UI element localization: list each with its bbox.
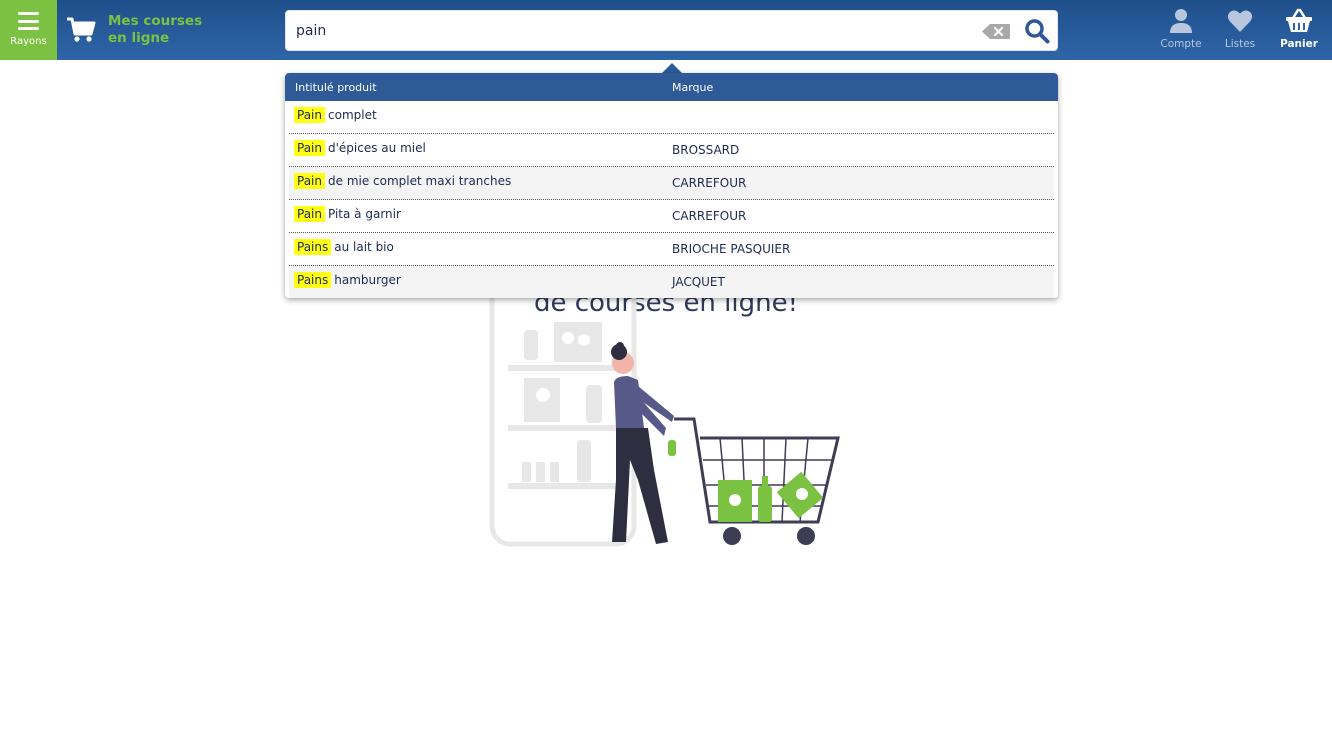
match-highlight: Pain — [294, 173, 325, 189]
suggestion-product: Pain d'épices au miel — [294, 140, 426, 156]
suggestion-row[interactable]: Pain d'épices au miel BROSSARD — [289, 134, 1054, 167]
shopping-illustration — [489, 290, 840, 547]
suggestion-product-rest: complet — [328, 108, 377, 122]
hamburger-icon — [18, 12, 39, 30]
rayons-label: Rayons — [10, 36, 47, 47]
suggestion-product-rest: hamburger — [334, 273, 401, 287]
match-highlight: Pain — [294, 140, 325, 156]
lists-button[interactable]: Listes — [1212, 8, 1268, 50]
suggestion-brand: JACQUET — [672, 275, 725, 289]
suggestion-row[interactable]: Pains au lait bio BRIOCHE PASQUIER — [289, 233, 1054, 266]
logo-line-1: Mes courses — [108, 13, 203, 29]
suggestion-brand: CARREFOUR — [672, 176, 747, 190]
basket-icon — [1286, 8, 1312, 32]
match-highlight: Pains — [294, 239, 332, 255]
rayons-menu-button[interactable]: Rayons — [0, 0, 57, 60]
suggestion-product: Pains hamburger — [294, 272, 401, 288]
suggestion-row[interactable]: Pain de mie complet maxi tranches CARREFO… — [289, 167, 1054, 200]
suggestion-product: Pain de mie complet maxi tranches — [294, 173, 512, 189]
suggestion-product: Pains au lait bio — [294, 239, 394, 255]
match-highlight: Pain — [294, 206, 325, 222]
column-header-brand: Marque — [672, 81, 714, 94]
suggestion-product-rest: d'épices au miel — [328, 141, 426, 155]
column-header-product: Intitulé produit — [295, 81, 377, 94]
match-highlight: Pain — [294, 107, 325, 123]
top-bar: Rayons Mes courses en ligne Compte Li — [0, 0, 1332, 60]
match-highlight: Pains — [294, 272, 332, 288]
suggestion-product: Pain Pita à garnir — [294, 206, 401, 222]
suggestions-header: Intitulé produit Marque — [285, 73, 1058, 101]
basket-label: Panier — [1280, 38, 1318, 50]
basket-button[interactable]: Panier — [1271, 8, 1327, 50]
suggestion-brand: CARREFOUR — [672, 209, 747, 223]
suggestion-row[interactable]: Pain Pita à garnir CARREFOUR — [289, 200, 1054, 233]
search-suggestions-dropdown: Intitulé produit Marque Pain complet Pain… — [285, 73, 1058, 298]
suggestion-product: Pain complet — [294, 107, 377, 123]
search-input[interactable] — [296, 11, 976, 50]
suggestion-brand: BROSSARD — [672, 143, 740, 157]
lists-label: Listes — [1224, 38, 1256, 50]
cart-icon — [67, 17, 96, 42]
suggestion-row[interactable]: Pain complet — [289, 101, 1054, 134]
suggestion-product-rest: au lait bio — [334, 240, 394, 254]
clear-search-icon[interactable] — [981, 23, 1011, 40]
account-button[interactable]: Compte — [1153, 8, 1209, 50]
search-bar — [285, 10, 1058, 51]
dropdown-caret — [662, 63, 682, 73]
search-icon[interactable] — [1024, 18, 1050, 44]
heart-icon — [1227, 10, 1253, 33]
logo-line-2: en ligne — [108, 30, 170, 46]
account-label: Compte — [1160, 38, 1202, 50]
suggestion-product-rest: Pita à garnir — [328, 207, 401, 221]
suggestion-product-rest: de mie complet maxi tranches — [328, 174, 512, 188]
suggestion-row[interactable]: Pains hamburger JACQUET — [289, 266, 1054, 298]
site-logo[interactable]: Mes courses en ligne — [108, 13, 218, 47]
user-icon — [1170, 9, 1192, 33]
suggestion-brand: BRIOCHE PASQUIER — [672, 242, 791, 256]
